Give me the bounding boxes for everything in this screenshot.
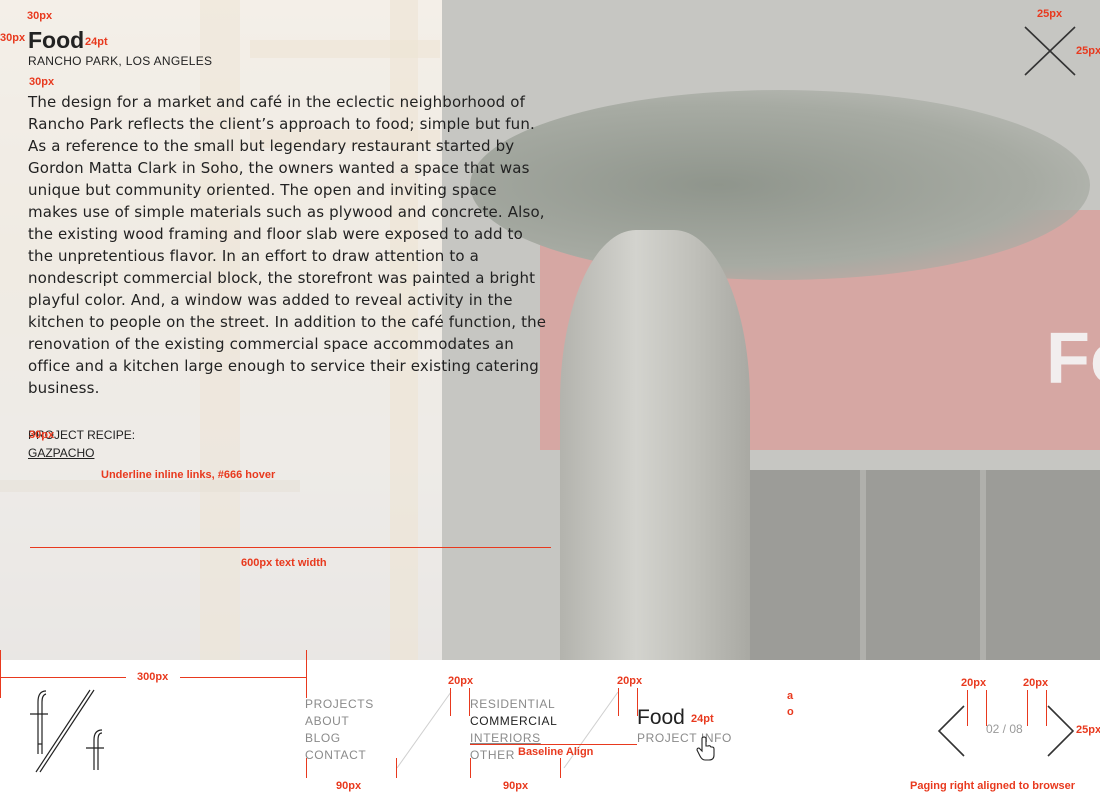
subnav-item-commercial[interactable]: COMMERCIAL (470, 713, 557, 730)
nav-divider-slash-2 (563, 691, 619, 769)
spec-line (1046, 690, 1047, 726)
spec-300: 300px (137, 671, 169, 683)
spec-paging-note: Paging right aligned to browser (910, 780, 1076, 792)
spec-pager-20a: 20px (961, 677, 987, 689)
spec-title-size: 24pt (85, 36, 108, 48)
chevron-left-icon[interactable] (936, 704, 968, 758)
spec-fragment: a (787, 690, 794, 702)
recipe-link[interactable]: GAZPACHO (28, 446, 94, 460)
project-recipe-label: PROJECT RECIPE: (28, 428, 136, 442)
nav-item-about[interactable]: ABOUT (305, 713, 374, 730)
logo-ff[interactable] (24, 688, 114, 774)
storefront-sign: Fo (1046, 319, 1100, 399)
spec-line (560, 758, 561, 778)
nav-item-contact[interactable]: CONTACT (305, 747, 374, 764)
spec-baseline: Baseline Align (518, 746, 594, 758)
footer-project-title: Food (637, 706, 685, 729)
spec-pager-25: 25px (1076, 724, 1100, 736)
pager-count: 02 / 08 (986, 722, 1023, 736)
spec-24pt: 24pt (691, 713, 714, 725)
spec-baseline-line (470, 744, 637, 745)
spec-close-right: 25px (1076, 45, 1100, 57)
spec-line (967, 690, 968, 726)
spec-close-top: 25px (1037, 8, 1063, 20)
storefront-windows (740, 470, 1100, 660)
spec-line (469, 688, 470, 716)
spec-left-margin: 30px (0, 32, 26, 44)
tree-canopy (470, 90, 1090, 280)
hand-cursor-icon (696, 736, 715, 761)
spec-link-note: Underline inline links, #666 hover (101, 469, 276, 481)
main-nav: PROJECTS ABOUT BLOG CONTACT (305, 696, 374, 764)
spec-line (1027, 690, 1028, 726)
spec-line (306, 650, 307, 698)
spec-line (637, 688, 638, 716)
spec-text-width: 600px text width (241, 557, 327, 569)
nav-item-blog[interactable]: BLOG (305, 730, 374, 747)
spec-line (0, 650, 1, 698)
spec-90a: 90px (336, 780, 362, 792)
spec-top-margin: 30px (27, 10, 53, 22)
spec-20b: 20px (617, 675, 643, 687)
spec-line (0, 677, 126, 678)
spec-pager-20b: 20px (1023, 677, 1049, 689)
close-icon[interactable] (1024, 26, 1076, 76)
project-content: Food RANCHO PARK, LOS ANGELES The design… (28, 26, 548, 461)
spec-line (180, 677, 306, 678)
spec-line (306, 758, 307, 778)
spec-fragment: o (787, 706, 794, 718)
project-location: RANCHO PARK, LOS ANGELES (28, 54, 213, 68)
spec-line (396, 758, 397, 778)
project-info-link[interactable]: PROJECT INFO (637, 731, 732, 745)
spec-loc-gap: 30px (29, 76, 55, 88)
project-description: The design for a market and café in the … (28, 93, 547, 397)
subnav-item-residential[interactable]: RESIDENTIAL (470, 696, 557, 713)
nav-divider-slash (396, 691, 452, 769)
chevron-right-icon[interactable] (1044, 704, 1076, 758)
spec-line (986, 690, 987, 726)
spec-body-gap: 30px (29, 429, 55, 441)
spec-width-line (30, 547, 551, 548)
spec-90b: 90px (503, 780, 529, 792)
spec-line (450, 688, 451, 716)
tree-trunk (560, 230, 750, 660)
spec-20a: 20px (448, 675, 474, 687)
spec-line (618, 688, 619, 716)
spec-line (470, 758, 471, 778)
nav-item-projects[interactable]: PROJECTS (305, 696, 374, 713)
